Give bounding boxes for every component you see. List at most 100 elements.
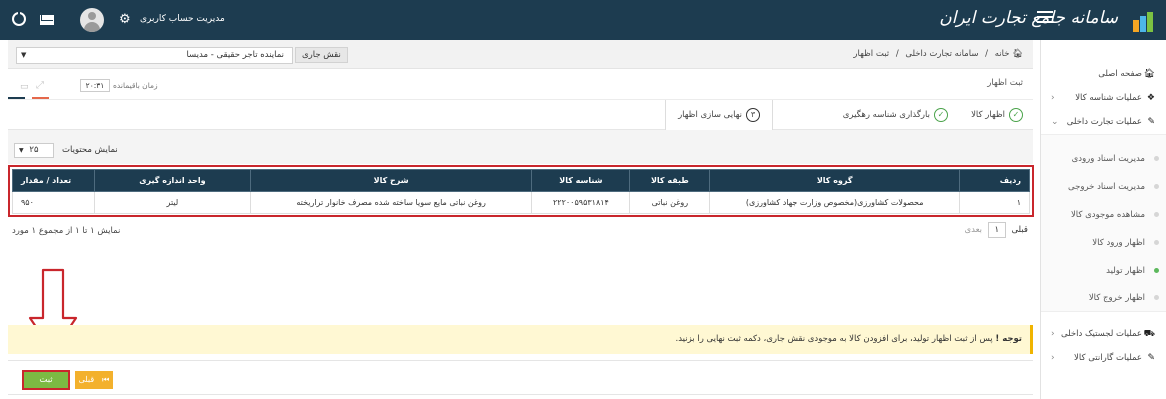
breadcrumb-separator: / <box>985 49 989 59</box>
current-role-label: نقش جاری <box>295 47 348 63</box>
col-unit[interactable]: واحد اندازه گیری <box>93 169 251 192</box>
previous-step-icon: ⏮︎ <box>102 375 110 384</box>
chevron-left-icon: ‹ <box>1051 353 1055 363</box>
pager-page[interactable]: ۱ <box>987 222 1006 238</box>
sidebar-item-label: عملیات لجستیک داخلی <box>1060 329 1142 339</box>
step-number: ۳ <box>746 107 760 122</box>
wizard-steps: ✓ اظهار کالا ✓ بارگذاری شناسه رهگیری ۳ نهای… <box>8 100 1033 130</box>
sidebar-subitem-stock-view[interactable]: مشاهده موجودی کالا <box>1041 203 1166 227</box>
step-label: بارگذاری شناسه رهگیری <box>842 110 930 120</box>
sidebar-subitem-label: مدیریت اسناد خروجی <box>1068 182 1145 192</box>
col-goods-description[interactable]: شرح کالا <box>249 169 533 192</box>
power-icon[interactable] <box>12 9 26 26</box>
sidebar-item-home[interactable]: 🏠︎صفحه اصلی <box>1041 62 1166 86</box>
save-button[interactable]: ثبت <box>22 370 70 390</box>
avatar[interactable] <box>80 8 104 32</box>
breadcrumb-current: ثبت اظهار <box>853 49 890 59</box>
breadcrumb-bar: 🏠︎ خانه / سامانه تجارت داخلی / ثبت اظهار… <box>8 40 1033 69</box>
chevron-left-icon: ‹ <box>1051 93 1055 103</box>
home-icon: 🏠︎ <box>1143 69 1155 79</box>
chevron-down-icon: ▼ <box>21 51 27 59</box>
sidebar-subitem-label: مدیریت اسناد ورودی <box>1071 154 1145 164</box>
sidebar-item-warranty[interactable]: ✎ عملیات گارانتی کالا ‹ <box>1041 346 1166 370</box>
cell-unit: لیتر <box>93 191 251 214</box>
notice-text: پس از ثبت اظهار تولید، برای افزودن کالا … <box>675 334 993 344</box>
sidebar-subitem-declare-production[interactable]: اظهار تولید <box>1041 259 1166 283</box>
pagination: قبلی ۱ بعدی <box>964 222 1028 238</box>
timer-label: زمان باقیمانده <box>113 81 158 90</box>
cell-goods-group: محصولات کشاورزی(مخصوص وزارت جهاد کشاورزی… <box>709 191 961 214</box>
sidebar-subitem-label: اظهار خروج کالا <box>1088 293 1145 303</box>
edit-icon: ✎ <box>1147 353 1155 363</box>
step-label: نهایی سازی اظهار <box>678 110 742 120</box>
expand-icon[interactable]: ⤢ <box>36 80 44 91</box>
step-upload-tracking-id[interactable]: ✓ بارگذاری شناسه رهگیری <box>843 100 948 130</box>
pager-prev[interactable]: قبلی <box>1011 225 1028 235</box>
sidebar-item-label: صفحه اصلی <box>1098 69 1142 79</box>
cell-row: ۱ <box>959 191 1030 214</box>
top-header: ⚙ مدیریت حساب کاربری سامانه جامع تجارت ا… <box>0 0 1166 40</box>
sidebar-subitem-label: مشاهده موجودی کالا <box>1070 210 1145 220</box>
breadcrumb-section[interactable]: سامانه تجارت داخلی <box>905 49 978 59</box>
sidebar-item-domestic-trade[interactable]: ✎ عملیات تجارت داخلی ⌄ <box>1041 110 1166 134</box>
breadcrumb: 🏠︎ خانه / سامانه تجارت داخلی / ثبت اظهار <box>853 49 1023 59</box>
check-circle-icon: ✓ <box>1009 107 1023 122</box>
sidebar: 🏠︎صفحه اصلی ❖ عملیات شناسه کالا ‹ ✎ عملیات… <box>1040 40 1166 399</box>
pager-next[interactable]: بعدی <box>964 225 982 235</box>
check-circle-icon: ✓ <box>934 107 948 122</box>
collapse-icon[interactable]: ▭ <box>20 82 29 92</box>
notice-alert: توجه ! پس از ثبت اظهار تولید، برای افزود… <box>8 325 1033 354</box>
breadcrumb-separator: / <box>895 49 899 59</box>
bullet-icon <box>1154 184 1159 189</box>
mail-icon[interactable] <box>40 15 54 25</box>
col-goods-group[interactable]: گروه کالا <box>709 169 961 192</box>
sidebar-subitem-label: اظهار تولید <box>1106 266 1145 276</box>
cell-goods-category: روغن نباتی <box>629 191 711 214</box>
sidebar-item-label: عملیات گارانتی کالا <box>1074 353 1142 363</box>
cell-quantity: ۹۵۰ <box>12 191 95 214</box>
panel-tabs <box>8 97 58 99</box>
page-size-label: نمایش محتویات <box>62 145 118 155</box>
bullet-icon <box>1154 240 1159 245</box>
table-row[interactable]: ۱ محصولات کشاورزی(مخصوص وزارت جهاد کشاور… <box>12 191 1030 214</box>
sidebar-subitem-declare-entry[interactable]: اظهار ورود کالا <box>1041 231 1166 255</box>
sidebar-item-label: عملیات شناسه کالا <box>1075 93 1142 103</box>
breadcrumb-home[interactable]: خانه <box>995 49 1010 59</box>
previous-button[interactable]: ⏮︎ قبلی <box>75 371 113 389</box>
active-bullet-icon <box>1154 268 1159 273</box>
timer-value: ۲۰:۳۱ <box>80 79 110 92</box>
chevron-left-icon: ‹ <box>1051 329 1055 339</box>
cell-goods-id: ۲۲۲۰۰۵۹۵۳۱۸۱۴ <box>531 191 631 214</box>
page-size-value: ۲۵ <box>29 145 39 155</box>
step-finalize[interactable]: ۳ نهایی سازی اظهار <box>665 100 773 130</box>
col-quantity[interactable]: تعداد / مقدار <box>12 169 95 192</box>
chevron-down-icon: ▼ <box>19 147 24 154</box>
col-row[interactable]: ردیف <box>959 169 1030 192</box>
col-goods-id[interactable]: شناسه کالا <box>531 169 631 192</box>
step-declare-goods[interactable]: ✓ اظهار کالا <box>971 100 1023 130</box>
sidebar-item-logistics[interactable]: ⛟عملیات لجستیک داخلی ‹ <box>1041 322 1166 346</box>
sidebar-item-goods-id[interactable]: ❖ عملیات شناسه کالا ‹ <box>1041 86 1166 110</box>
role-select-value: نماینده تاجر حقیقی - مدیسا <box>186 50 284 60</box>
truck-icon: ⛟ <box>1143 329 1155 339</box>
bullet-icon <box>1154 212 1159 217</box>
page-title: ثبت اظهار <box>987 78 1023 88</box>
previous-button-label: قبلی <box>78 375 95 384</box>
app-logo-text: سامانه جامع تجارت ایران <box>939 8 1118 28</box>
sidebar-subitem-outgoing-docs[interactable]: مدیریت اسناد خروجی <box>1041 175 1166 199</box>
action-bar: ⏮︎ قبلی ثبت <box>8 360 1033 395</box>
page-title-bar: ثبت اظهار زمان باقیمانده ۲۰:۳۱ ▭ ⤢ <box>8 70 1033 100</box>
notice-title: توجه ! <box>995 334 1022 344</box>
role-select[interactable]: نماینده تاجر حقیقی - مدیسا ▼ <box>16 47 293 64</box>
home-icon[interactable]: 🏠︎ <box>1012 49 1023 59</box>
sidebar-subitem-declare-exit[interactable]: اظهار خروج کالا <box>1041 286 1166 310</box>
bullet-icon <box>1154 295 1159 300</box>
list-controls <box>8 130 1033 164</box>
bullet-icon <box>1154 156 1159 161</box>
col-goods-category[interactable]: طبقه کالا <box>629 169 711 192</box>
account-management-link[interactable]: مدیریت حساب کاربری <box>140 14 225 24</box>
page-size-select[interactable]: ▼ ۲۵ <box>14 143 54 158</box>
sidebar-subitem-incoming-docs[interactable]: مدیریت اسناد ورودی <box>1041 147 1166 171</box>
gear-icon[interactable]: ⚙ <box>119 12 131 27</box>
sidebar-subitem-label: اظهار ورود کالا <box>1092 238 1145 248</box>
